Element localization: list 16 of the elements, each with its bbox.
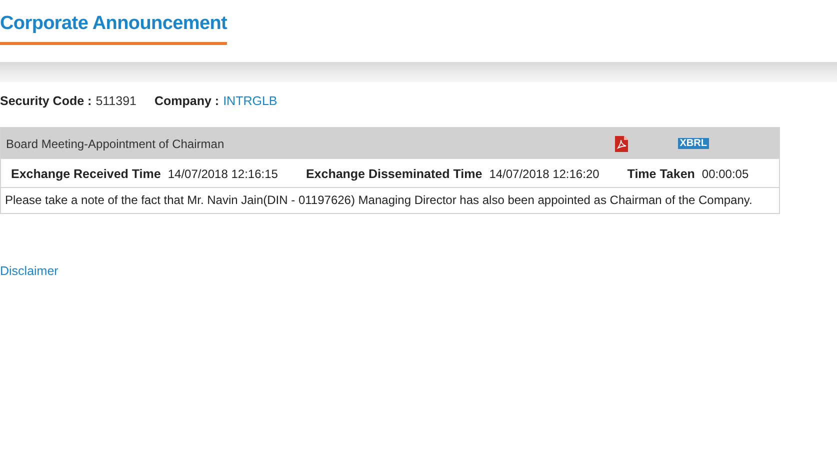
time-label: Exchange Received Time <box>11 167 161 181</box>
security-code-label: Security Code : <box>0 94 92 108</box>
company-name: INTRGLB <box>223 94 278 108</box>
time-value: 14/07/2018 12:16:15 <box>168 167 278 181</box>
announcement-subject: Board Meeting-Appointment of Chairman <box>6 136 226 150</box>
disclaimer-link[interactable]: Disclaimer <box>0 264 58 278</box>
time-label: Time Taken <box>627 167 695 181</box>
announcement-text: Please take a note of the fact that Mr. Navin Jain(DIN - 01197626) Managing Director has also been appointed as Chairman of the Company. <box>4 192 754 209</box>
page-title: Corporate Announcement <box>0 13 228 45</box>
time-value: 14/07/2018 12:16:20 <box>489 167 600 181</box>
security-code: 511391 <box>96 94 136 108</box>
time-label: Exchange Disseminated Time <box>306 167 482 181</box>
company-label: Company : <box>154 94 220 108</box>
pdf-icon[interactable] <box>614 136 628 152</box>
time-value: 00:00:05 <box>702 167 749 181</box>
xbrl-link[interactable]: XBRL <box>678 138 709 149</box>
